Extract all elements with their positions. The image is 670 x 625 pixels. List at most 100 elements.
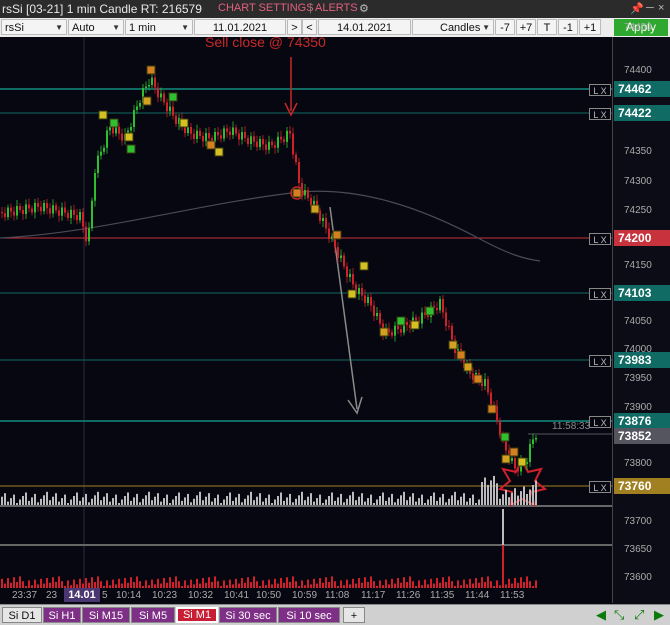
volume-bar — [124, 496, 126, 505]
volume-bar — [415, 501, 417, 505]
level-label[interactable]: 73760 — [614, 478, 670, 494]
delta-bar — [103, 586, 105, 588]
level-label[interactable]: 74200 — [614, 230, 670, 246]
volume-bar — [388, 497, 390, 505]
delta-bar — [478, 582, 480, 588]
t-button[interactable]: T — [537, 19, 557, 35]
scale-select[interactable]: Auto ▼ — [68, 19, 124, 35]
plus7-button[interactable]: +7 — [516, 19, 536, 35]
volume-bar — [145, 495, 147, 505]
volume-bar — [214, 498, 216, 505]
level-label[interactable]: 73876 — [614, 413, 670, 429]
level-remove-button[interactable]: L X — [589, 233, 611, 245]
volume-bar — [253, 500, 255, 505]
collapse-icon[interactable]: ⤡ — [614, 607, 624, 623]
trade-marker — [487, 404, 497, 414]
level-label[interactable]: 74422 — [614, 105, 670, 121]
volume-bar — [358, 496, 360, 505]
expand-icon[interactable]: ⤢ — [634, 607, 644, 623]
scroll-left-icon[interactable]: ◀ — [596, 607, 606, 623]
minus7-button[interactable]: -7 — [495, 19, 515, 35]
volume-bar — [256, 496, 258, 505]
add-tab-button[interactable]: + — [343, 607, 365, 623]
delta-bar — [391, 578, 393, 588]
delta-bar — [460, 585, 462, 588]
chart-type-value: Candles — [440, 22, 481, 34]
price-tick: 73950 — [624, 373, 652, 384]
level-remove-button[interactable]: L X — [589, 84, 611, 96]
trade-marker — [500, 432, 510, 442]
alerts-button[interactable]: ALERTS — [315, 2, 358, 14]
tab-si-d1[interactable]: Si D1 — [2, 607, 42, 623]
delta-bar — [151, 579, 153, 588]
date-to-field[interactable]: 14.01.2021 — [318, 19, 411, 35]
delta-bar — [109, 585, 111, 588]
tab-si-m5[interactable]: Si M5 — [131, 607, 175, 623]
volume-bar — [343, 502, 345, 505]
chart-type-select[interactable]: Candles ▼ — [412, 19, 494, 35]
volume-bar — [355, 500, 357, 505]
interval-select[interactable]: 1 min ▼ — [125, 19, 193, 35]
plus1-button[interactable]: +1 — [579, 19, 601, 35]
nav-back-button[interactable]: < — [302, 19, 317, 35]
tab-si-10-sec[interactable]: Si 10 sec — [278, 607, 340, 623]
delta-bar — [184, 580, 186, 588]
symbol-select[interactable]: rsSi ▼ — [1, 19, 67, 35]
delta-bar — [121, 583, 123, 588]
date-from-field[interactable]: 11.01.2021 — [194, 19, 286, 35]
level-label[interactable]: 73983 — [614, 352, 670, 368]
delta-bar — [493, 586, 495, 588]
trade-marker — [146, 65, 156, 75]
volume-bar — [25, 492, 27, 505]
trade-marker — [332, 230, 342, 240]
delta-bar — [187, 585, 189, 588]
level-remove-button[interactable]: L X — [589, 481, 611, 493]
pin-icon[interactable]: 📌 — [630, 2, 644, 15]
tab-si-30-sec[interactable]: Si 30 sec — [219, 607, 277, 623]
trade-marker — [501, 454, 511, 464]
delta-bar — [343, 585, 345, 588]
gear-icon[interactable]: ⚙ — [359, 2, 369, 15]
volume-bar — [331, 492, 333, 505]
volume-bar — [484, 477, 486, 505]
scroll-right-icon[interactable]: ▶ — [654, 607, 664, 623]
volume-bar — [295, 498, 297, 505]
nav-forward-button[interactable]: > — [287, 19, 302, 35]
tab-si-m1[interactable]: Si M1 — [176, 607, 218, 623]
delta-bar — [202, 578, 204, 588]
volume-bar — [340, 493, 342, 505]
delta-bar — [379, 580, 381, 588]
level-remove-button[interactable]: L X — [589, 288, 611, 300]
tab-si-h1[interactable]: Si H1 — [43, 607, 81, 623]
delta-bar — [361, 582, 363, 588]
delta-bar — [295, 581, 297, 588]
volume-bar — [463, 493, 465, 505]
minus1-button[interactable]: -1 — [558, 19, 578, 35]
delta-bar — [535, 580, 537, 588]
title-separator: | — [309, 2, 312, 14]
volume-bar — [16, 503, 18, 505]
level-remove-button[interactable]: L X — [589, 355, 611, 367]
volume-bar — [40, 498, 42, 505]
delta-bar — [403, 577, 405, 588]
level-remove-button[interactable]: L X — [589, 108, 611, 120]
volume-bar — [91, 498, 93, 505]
level-label[interactable]: 74462 — [614, 81, 670, 97]
delta-bar — [178, 581, 180, 588]
close-icon[interactable]: × — [658, 2, 664, 14]
time-tick: 11:44 — [465, 590, 490, 601]
time-tick: 5 — [102, 590, 108, 601]
delta-bar — [115, 584, 117, 588]
volume-bar — [472, 494, 474, 505]
volume-bar — [118, 503, 120, 505]
time-tick: 11:26 — [396, 590, 421, 601]
level-label[interactable]: 74103 — [614, 285, 670, 301]
minimize-icon[interactable]: ─ — [646, 2, 654, 14]
trade-marker — [517, 457, 527, 467]
delta-bar — [484, 582, 486, 588]
chart-settings-button[interactable]: CHART SETTINGS — [218, 2, 314, 14]
level-remove-button[interactable]: L X — [589, 416, 611, 428]
delta-bar — [229, 579, 231, 588]
delta-bar — [322, 582, 324, 588]
tab-si-m15[interactable]: Si M15 — [82, 607, 130, 623]
